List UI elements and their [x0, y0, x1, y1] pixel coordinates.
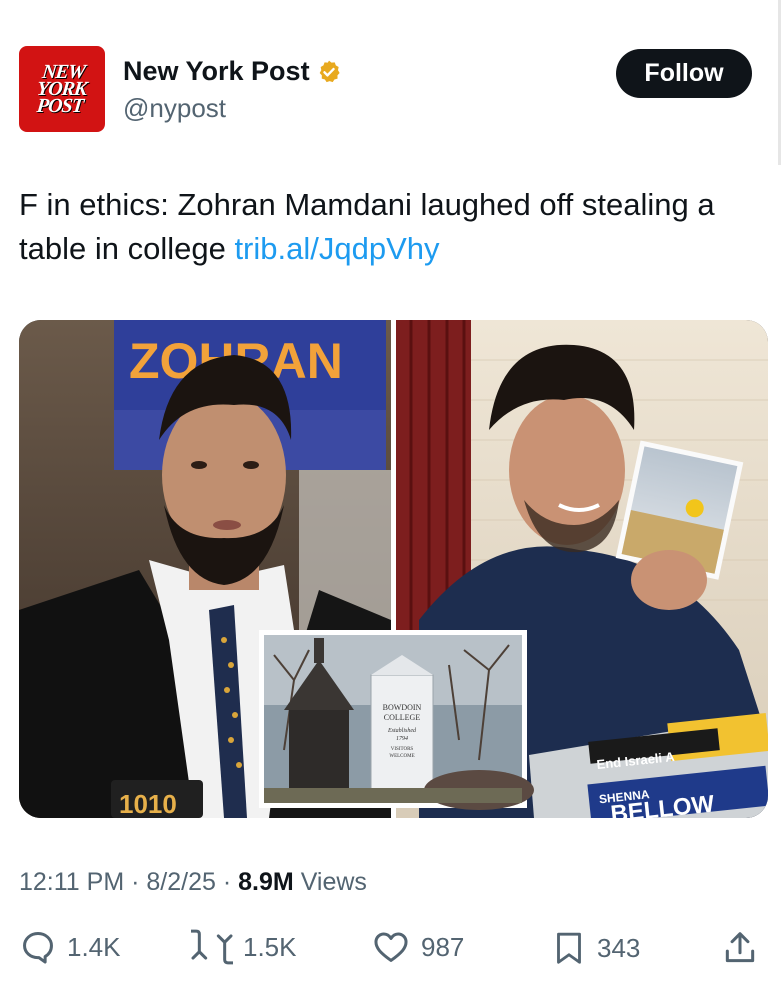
heart-icon [374, 932, 408, 962]
bookmark-icon [557, 932, 581, 964]
tweet-meta: 12:11 PM · 8/2/25 · 8.9M Views [19, 868, 367, 897]
meta-separator: · [131, 868, 147, 896]
bowdoin-sign-line-2: COLLEGE [384, 713, 421, 722]
bowdoin-sign [370, 674, 434, 794]
avatar-logo-text: NEW YORK POST [35, 61, 90, 117]
bowdoin-sign-line-6: WELCOME [389, 754, 414, 759]
repost-count: 1.5K [243, 931, 297, 962]
photo-inset: BOWDOIN COLLEGE Established 1794 VISITOR… [259, 630, 534, 810]
tweet-media[interactable]: ZOHRAN [19, 320, 768, 818]
account-handle[interactable]: @nypost [123, 93, 342, 124]
microphone-flag-text: 1010 [119, 789, 177, 818]
name-row: New York Post [123, 56, 342, 87]
bookmark-count: 343 [597, 932, 641, 963]
tweet-header: NEW YORK POST New York Post @nypost Foll… [19, 46, 754, 134]
bowdoin-sign-line-3: Established [387, 728, 417, 734]
logo-line-3: POST [36, 94, 85, 117]
tweet-link[interactable]: trib.al/JqdpVhy [234, 231, 439, 266]
reply-icon [23, 932, 53, 964]
meta-separator: · [222, 868, 239, 896]
views-count: 8.9M [238, 868, 294, 896]
repost-icon [191, 929, 233, 965]
tweet-date[interactable]: 8/2/25 [146, 868, 216, 896]
views-label: Views [300, 868, 367, 896]
share-icon [725, 932, 755, 963]
reply-count: 1.4K [67, 931, 121, 962]
verified-badge-icon [319, 60, 340, 82]
bowdoin-sign-line-4: 1794 [396, 735, 408, 742]
like-button[interactable]: 987 [371, 928, 464, 966]
bowdoin-sign-line-5: VISITORS [391, 747, 414, 752]
media-photo-collage: ZOHRAN [19, 320, 768, 818]
avatar[interactable]: NEW YORK POST [19, 46, 105, 132]
action-bar: 1.4K 1.5K 987 343 [19, 928, 764, 976]
tweet-time[interactable]: 12:11 PM [19, 868, 124, 896]
author-block: New York Post @nypost [123, 56, 342, 124]
repost-button[interactable]: 1.5K [191, 928, 297, 966]
account-name[interactable]: New York Post [123, 56, 310, 87]
bookmark-button[interactable]: 343 [551, 928, 640, 968]
scrollbar[interactable] [778, 0, 781, 165]
tweet-page: NEW YORK POST New York Post @nypost Foll… [0, 0, 784, 1000]
reply-button[interactable]: 1.4K [19, 928, 121, 966]
follow-button[interactable]: Follow [616, 49, 752, 98]
tweet-text: F in ethics: Zohran Mamdani laughed off … [19, 183, 759, 271]
bowdoin-sign-line-1: BOWDOIN [383, 703, 422, 712]
like-count: 987 [421, 931, 465, 962]
share-button[interactable] [721, 928, 759, 968]
